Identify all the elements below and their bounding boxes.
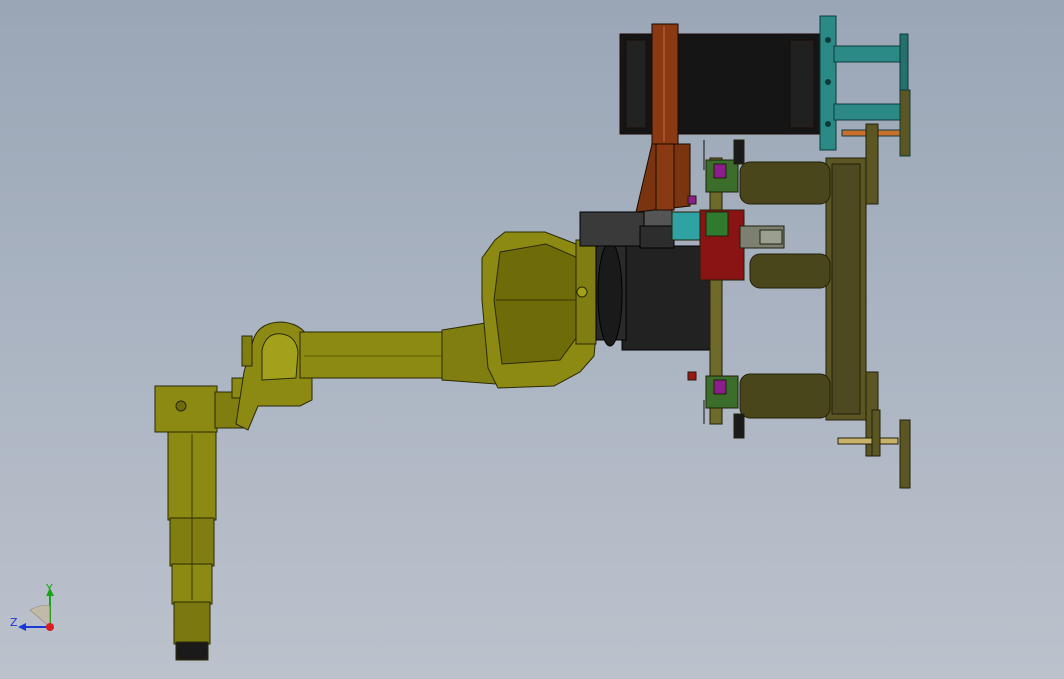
frame-bolt: [825, 37, 831, 43]
upper-arm: [299, 331, 449, 379]
frame-side-plate: [899, 89, 911, 157]
elbow-cap: [241, 335, 253, 367]
y-axis-label: Y: [45, 582, 53, 595]
wrist-bolt: [175, 400, 187, 412]
marker-purple: [687, 195, 697, 205]
frame-bar-top: [833, 45, 907, 63]
fixture-stopper-top: [733, 139, 745, 165]
clamp-lower-accent: [713, 379, 727, 395]
motor-top-box: [639, 225, 675, 249]
top-motor-rib-left: [625, 39, 647, 129]
suction-cup-upper: [739, 161, 831, 205]
valve-connector-end: [759, 229, 783, 245]
frame-bolt: [825, 121, 831, 127]
motor-flange: [597, 241, 623, 347]
valve-fitting-cyan: [671, 211, 701, 241]
shoulder-face: [493, 243, 583, 365]
z-axis-label: Z: [10, 616, 18, 629]
tool-flange-tip: [175, 641, 209, 661]
x-axis-indicator: [46, 623, 54, 631]
clamp-upper-accent: [713, 163, 727, 179]
triad-plane: [29, 605, 51, 628]
suction-cup-middle: [749, 253, 831, 289]
z-axis-arrowhead: [18, 623, 26, 631]
valve-block-green: [705, 211, 729, 237]
bottom-pin-plate: [871, 409, 881, 457]
graphics-viewport[interactable]: Y Z: [0, 0, 1064, 679]
motor-top-unit: [579, 211, 645, 247]
bracket-stem: [655, 143, 675, 211]
vertical-bracket: [651, 23, 679, 145]
frame-bolt: [825, 79, 831, 85]
fixture-stopper-bottom: [733, 413, 745, 439]
tool-flange: [173, 601, 211, 645]
robot-arm[interactable]: [154, 231, 599, 661]
suction-cup-lower: [739, 373, 831, 419]
marker-red: [687, 371, 697, 381]
wrist-block: [154, 385, 218, 433]
cad-model-view[interactable]: Y Z: [0, 0, 1064, 679]
bottom-side-post: [899, 419, 911, 489]
top-motor-rib-right: [789, 39, 815, 129]
elbow-cover: [261, 333, 299, 381]
bottom-pin: [837, 437, 899, 445]
fixture-frame-inner: [831, 163, 861, 415]
teal-frame[interactable]: [819, 15, 911, 157]
fixture-side-plate: [865, 123, 879, 205]
orientation-triad[interactable]: Y Z: [10, 582, 54, 631]
shoulder-bolt: [576, 286, 588, 298]
frame-bar-mid: [833, 103, 907, 121]
